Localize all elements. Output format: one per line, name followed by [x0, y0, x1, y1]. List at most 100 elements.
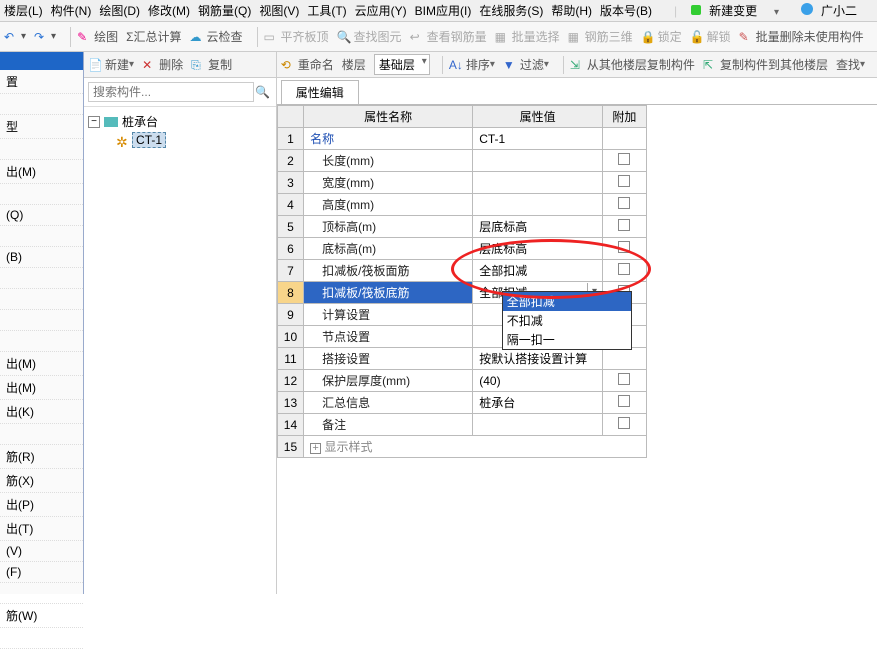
checkbox[interactable]: [618, 175, 630, 187]
property-value[interactable]: [473, 194, 603, 216]
sidebar-item[interactable]: [0, 424, 83, 445]
new-change-button[interactable]: 新建变更 ▾: [691, 2, 787, 19]
checkbox[interactable]: [618, 263, 630, 275]
dropdown-option-selected[interactable]: 全部扣减: [503, 292, 631, 311]
table-row[interactable]: 5顶标高(m)层底标高: [277, 216, 646, 238]
menu-item[interactable]: 云应用(Y): [355, 2, 407, 19]
menu-item[interactable]: 楼层(L): [4, 2, 43, 19]
table-row[interactable]: 12保护层厚度(mm)(40): [277, 370, 646, 392]
undo-button[interactable]: ↶▾: [4, 30, 26, 44]
sidebar-item[interactable]: 置: [0, 70, 83, 94]
copy-button[interactable]: ⎘复制: [191, 56, 232, 73]
sidebar-item[interactable]: 出(P): [0, 493, 83, 517]
property-extra[interactable]: [603, 348, 647, 370]
sidebar-item[interactable]: (Q): [0, 205, 83, 226]
assistant-button[interactable]: 广小二: [801, 2, 865, 19]
sidebar-item[interactable]: [0, 268, 83, 289]
batch-delete-button[interactable]: ✎批量删除未使用构件: [739, 28, 864, 45]
property-value[interactable]: CT-1: [473, 128, 603, 150]
sidebar-item[interactable]: (V): [0, 541, 83, 562]
menu-item[interactable]: BIM应用(I): [415, 2, 472, 19]
batch-select-button[interactable]: ▦批量选择: [495, 28, 560, 45]
sidebar-item[interactable]: [0, 184, 83, 205]
table-row[interactable]: 1名称CT-1: [277, 128, 646, 150]
draw-button[interactable]: ✎绘图: [77, 28, 118, 45]
value-dropdown[interactable]: 全部扣减 不扣减 隔一扣一: [502, 291, 632, 350]
checkbox[interactable]: [618, 417, 630, 429]
property-value[interactable]: [473, 414, 603, 436]
menu-item[interactable]: 钢筋量(Q): [198, 2, 251, 19]
checkbox[interactable]: [618, 241, 630, 253]
collapse-icon[interactable]: −: [88, 116, 100, 128]
table-row[interactable]: 6底标高(m)层底标高: [277, 238, 646, 260]
sidebar-item[interactable]: [0, 139, 83, 160]
sidebar-item[interactable]: 型: [0, 115, 83, 139]
menu-item[interactable]: 视图(V): [259, 2, 299, 19]
rebar3d-button[interactable]: ▦钢筋三维: [568, 28, 633, 45]
property-extra[interactable]: [603, 172, 647, 194]
tree-child[interactable]: ✲ CT-1: [116, 132, 272, 148]
sum-button[interactable]: Σ 汇总计算: [126, 28, 181, 45]
property-extra[interactable]: [603, 392, 647, 414]
sidebar-item[interactable]: 出(M): [0, 352, 83, 376]
checkbox[interactable]: [618, 197, 630, 209]
property-extra[interactable]: [603, 238, 647, 260]
property-extra[interactable]: [603, 194, 647, 216]
menu-item[interactable]: 版本号(B): [600, 2, 652, 19]
checkbox[interactable]: [618, 395, 630, 407]
table-row[interactable]: 7扣减板/筏板面筋全部扣减: [277, 260, 646, 282]
property-value[interactable]: 按默认搭接设置计算: [473, 348, 603, 370]
menu-item[interactable]: 在线服务(S): [479, 2, 543, 19]
property-value[interactable]: (40): [473, 370, 603, 392]
menu-item[interactable]: 工具(T): [307, 2, 346, 19]
table-row[interactable]: 11搭接设置按默认搭接设置计算: [277, 348, 646, 370]
expand-icon[interactable]: +: [310, 443, 321, 454]
filter-button[interactable]: ▼过滤 ▾: [503, 56, 549, 73]
property-extra[interactable]: [603, 128, 647, 150]
lock-button[interactable]: 🔒锁定: [641, 28, 682, 45]
sidebar-item[interactable]: 筋(W): [0, 604, 83, 628]
property-extra[interactable]: [603, 260, 647, 282]
search-input[interactable]: [88, 82, 254, 102]
find-button[interactable]: 查找 ▾: [836, 56, 865, 73]
tree-root[interactable]: − 桩承台: [88, 113, 272, 130]
sidebar-item[interactable]: 出(M): [0, 160, 83, 184]
property-value[interactable]: 层底标高: [473, 238, 603, 260]
sidebar-item[interactable]: [0, 289, 83, 310]
copy-from-button[interactable]: ⇲从其他楼层复制构件: [570, 56, 695, 73]
sidebar-item[interactable]: [0, 310, 83, 331]
sidebar-item[interactable]: 筋(X): [0, 469, 83, 493]
search-icon[interactable]: 🔍: [254, 85, 272, 99]
checkbox[interactable]: [618, 153, 630, 165]
rename-button[interactable]: ⟲重命名: [281, 56, 334, 73]
dropdown-option[interactable]: 不扣减: [503, 311, 631, 330]
sidebar-item[interactable]: [0, 331, 83, 352]
menu-item[interactable]: 帮助(H): [551, 2, 592, 19]
table-row[interactable]: 4高度(mm): [277, 194, 646, 216]
sidebar-item[interactable]: (F): [0, 562, 83, 583]
sidebar-item[interactable]: [0, 628, 83, 649]
sidebar-item[interactable]: 出(M): [0, 376, 83, 400]
menu-item[interactable]: 构件(N): [51, 2, 92, 19]
property-extra[interactable]: [603, 150, 647, 172]
property-value[interactable]: 层底标高: [473, 216, 603, 238]
unlock-button[interactable]: 🔓解锁: [690, 28, 731, 45]
cloud-check-button[interactable]: ☁云检查: [190, 28, 243, 45]
sort-button[interactable]: A↓排序 ▾: [449, 56, 495, 73]
tab-property-edit[interactable]: 属性编辑: [281, 80, 359, 104]
property-value[interactable]: 全部扣减: [473, 260, 603, 282]
new-button[interactable]: 📄新建 ▾: [88, 56, 134, 73]
table-row[interactable]: 2长度(mm): [277, 150, 646, 172]
copy-to-button[interactable]: ⇱复制构件到其他楼层: [703, 56, 828, 73]
table-row[interactable]: 14备注: [277, 414, 646, 436]
view-rebar-button[interactable]: ↩查看钢筋量: [410, 28, 487, 45]
find-elem-button[interactable]: 🔍查找图元: [337, 28, 402, 45]
sidebar-item[interactable]: [0, 94, 83, 115]
property-extra[interactable]: [603, 216, 647, 238]
table-row[interactable]: 3宽度(mm): [277, 172, 646, 194]
delete-button[interactable]: ✕删除: [142, 56, 183, 73]
property-value[interactable]: 桩承台: [473, 392, 603, 414]
menu-item[interactable]: 修改(M): [148, 2, 190, 19]
menu-item[interactable]: 绘图(D): [99, 2, 140, 19]
checkbox[interactable]: [618, 373, 630, 385]
